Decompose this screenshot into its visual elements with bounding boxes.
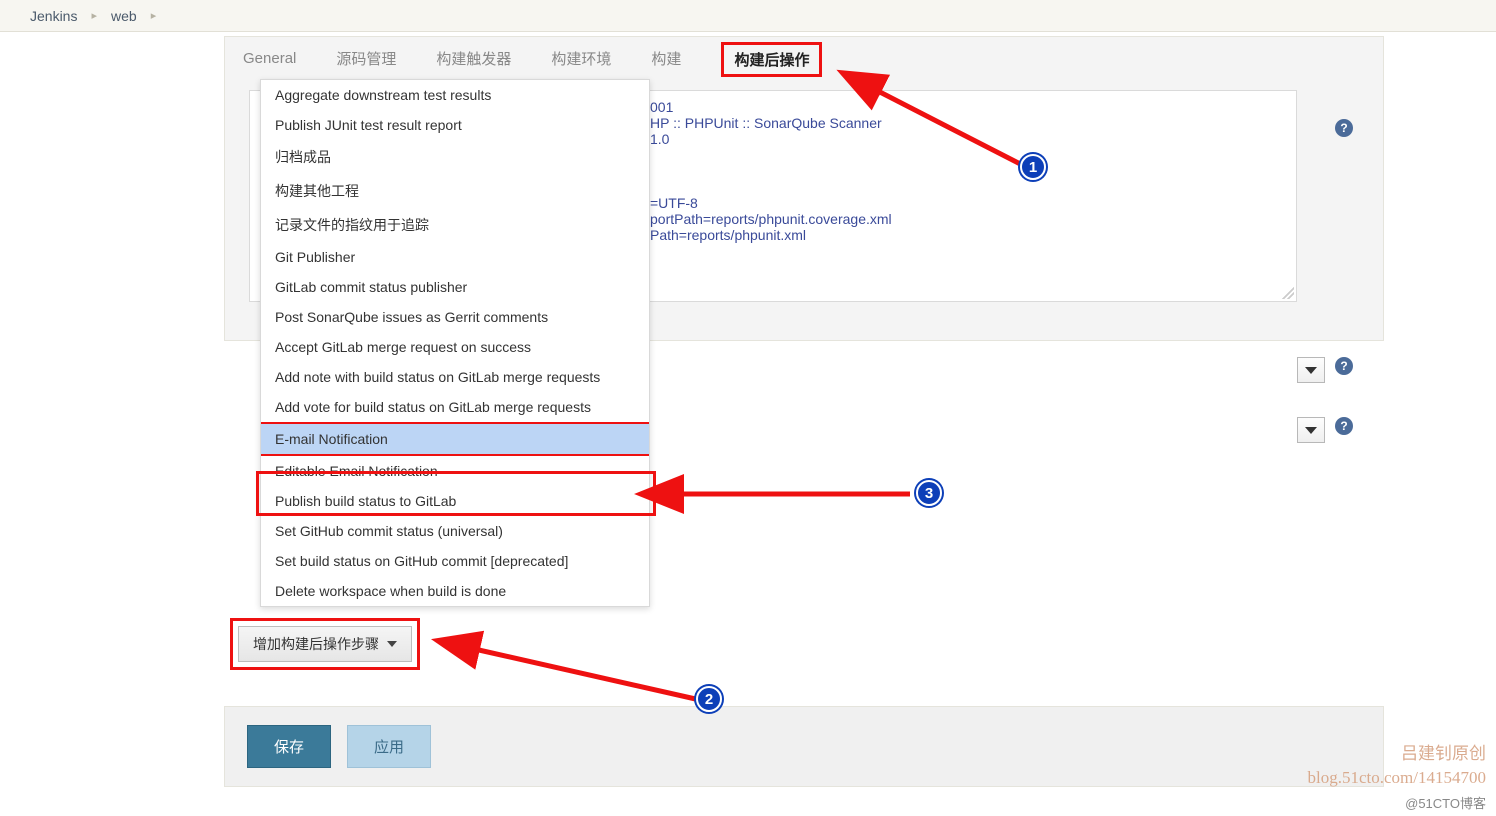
help-icon[interactable]: ? <box>1335 357 1353 375</box>
menu-item[interactable]: Add vote for build status on GitLab merg… <box>261 392 649 422</box>
menu-item[interactable]: Publish build status to GitLab <box>261 486 649 516</box>
tab-triggers[interactable]: 构建触发器 <box>436 48 511 69</box>
menu-item-email-notification[interactable]: E-mail Notification <box>261 422 649 456</box>
chevron-down-icon <box>1305 427 1317 434</box>
chevron-down-icon <box>387 641 397 647</box>
callout-3: 3 <box>660 480 960 520</box>
tab-postbuild-highlight: 构建后操作 <box>721 42 822 77</box>
add-step-label: 增加构建后操作步骤 <box>253 634 379 654</box>
menu-item[interactable]: Git Publisher <box>261 242 649 272</box>
button-bar: 保存 应用 <box>224 706 1384 787</box>
menu-item[interactable]: Post SonarQube issues as Gerrit comments <box>261 302 649 332</box>
help-icon[interactable]: ? <box>1335 417 1353 435</box>
menu-item[interactable]: Accept GitLab merge request on success <box>261 332 649 362</box>
callout-number: 3 <box>916 480 942 506</box>
tab-build-env[interactable]: 构建环境 <box>551 48 611 69</box>
menu-item[interactable]: Publish JUnit test result report <box>261 110 649 140</box>
tab-build[interactable]: 构建 <box>651 48 681 69</box>
expand-button[interactable] <box>1297 357 1325 383</box>
help-icon[interactable]: ? <box>1335 119 1353 137</box>
menu-item[interactable]: 归档成品 <box>261 140 649 174</box>
menu-item[interactable]: Set build status on GitHub commit [depre… <box>261 546 649 576</box>
apply-button[interactable]: 应用 <box>347 725 431 768</box>
menu-item[interactable]: Add note with build status on GitLab mer… <box>261 362 649 392</box>
tab-scm[interactable]: 源码管理 <box>336 48 396 69</box>
menu-item[interactable]: 构建其他工程 <box>261 174 649 208</box>
post-build-dropdown: Aggregate downstream test results Publis… <box>260 79 650 607</box>
menu-item[interactable]: Set GitHub commit status (universal) <box>261 516 649 546</box>
tab-bar: General 源码管理 构建触发器 构建环境 构建 构建后操作 <box>225 37 1383 80</box>
add-post-build-step-button[interactable]: 增加构建后操作步骤 <box>238 626 412 662</box>
menu-item[interactable]: 记录文件的指纹用于追踪 <box>261 208 649 242</box>
menu-item[interactable]: Editable Email Notification <box>261 456 649 486</box>
tab-general[interactable]: General <box>243 50 296 67</box>
save-button[interactable]: 保存 <box>247 725 331 768</box>
breadcrumb: Jenkins ▸ web ▸ <box>0 0 1496 32</box>
breadcrumb-root[interactable]: Jenkins <box>30 8 77 24</box>
menu-item[interactable]: GitLab commit status publisher <box>261 272 649 302</box>
separator-icon: ▸ <box>151 9 157 22</box>
add-step-highlight: 增加构建后操作步骤 <box>230 618 420 670</box>
menu-item[interactable]: Aggregate downstream test results <box>261 80 649 110</box>
expand-button[interactable] <box>1297 417 1325 443</box>
menu-item[interactable]: Delete workspace when build is done <box>261 576 649 606</box>
chevron-down-icon <box>1305 367 1317 374</box>
separator-icon: ▸ <box>91 9 97 22</box>
tab-postbuild[interactable]: 构建后操作 <box>734 52 809 69</box>
footer-tag: @51CTO博客 <box>1405 793 1486 812</box>
breadcrumb-item[interactable]: web <box>111 8 137 24</box>
